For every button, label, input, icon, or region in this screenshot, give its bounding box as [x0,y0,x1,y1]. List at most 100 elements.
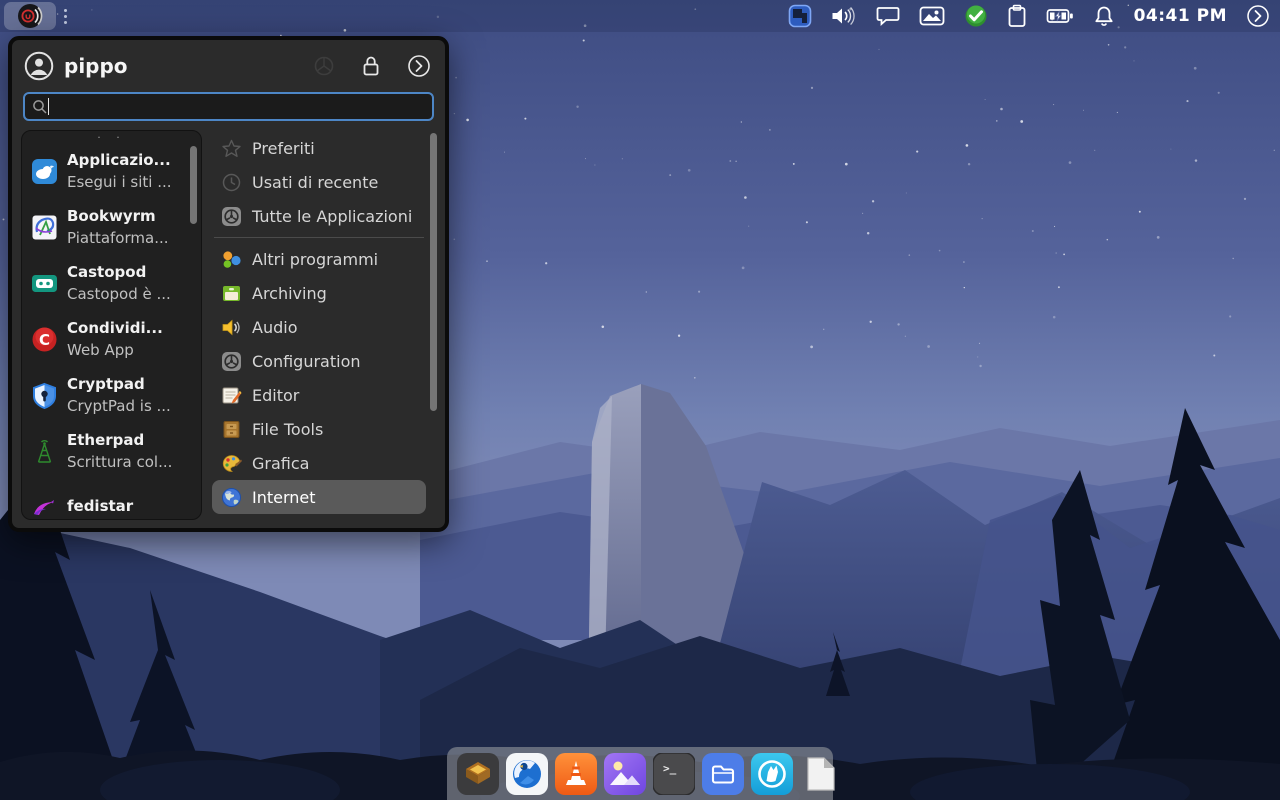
category-label: Altri programmi [252,250,378,269]
archiving-box-icon [221,283,242,304]
screenshot-icon[interactable] [919,5,945,27]
category-list: Preferiti Usati di recente Tutte le Appl… [202,130,436,520]
category-label: File Tools [252,420,323,439]
fedistar-bird-icon [31,494,58,521]
category-usati-di-recente[interactable]: Usati di recente [212,165,426,199]
app-item-castopod[interactable]: CastopodCastopod è ... [22,255,201,311]
clock[interactable]: 04:41 PM [1134,6,1227,26]
recent-clock-icon [221,172,242,193]
app-name: Condividi... [67,318,163,340]
category-label: Configuration [252,352,361,371]
share-circle-icon: C [31,326,58,353]
preferences-icon[interactable] [313,55,335,77]
app-name: Bookwyrm [67,206,169,228]
category-label: Tutte le Applicazioni [252,207,412,226]
volume-icon[interactable] [831,5,857,27]
app-item-etherpad[interactable]: EtherpadScrittura col... [22,423,201,479]
category-separator [214,237,424,238]
app-item-cryptpad[interactable]: CryptpadCryptPad is ... [22,367,201,423]
category-audio[interactable]: Audio [212,310,426,344]
username: pippo [64,54,128,78]
vlc-icon[interactable] [555,753,597,795]
svg-text:C: C [39,331,50,349]
clipboard-icon[interactable] [1007,4,1027,28]
category-internet[interactable]: Internet [212,480,426,514]
search-icon [32,99,48,115]
app-desc: Piattaforma... [67,228,169,248]
category-file-tools[interactable]: File Tools [212,412,426,446]
battery-charging-icon[interactable] [1046,7,1074,25]
app-list-scrollbar[interactable] [190,146,197,224]
category-label: Archiving [252,284,327,303]
dock: >_ [447,747,833,800]
search-input[interactable] [49,97,425,117]
category-label: Preferiti [252,139,315,158]
star-icon [221,138,242,159]
app-desc: Castopod è ... [67,284,171,304]
user-avatar-icon[interactable] [24,51,54,81]
category-grafica[interactable]: Grafica [212,446,426,480]
audio-speaker-icon [221,317,242,338]
logout-icon[interactable] [407,54,431,78]
panel-grip-icon[interactable] [64,9,67,24]
chat-icon[interactable] [876,5,900,27]
terminal-icon[interactable]: >_ [653,753,695,795]
workspace-switcher-icon[interactable] [788,4,812,28]
top-panel: 04:41 PM [0,0,1280,32]
app-name: Castopod [67,262,171,284]
thunderbird-icon[interactable] [506,753,548,795]
app-desc: Esegui i siti ... [67,172,172,192]
app-menu-button[interactable] [4,2,56,30]
category-archiving[interactable]: Archiving [212,276,426,310]
package-box-icon[interactable] [457,753,499,795]
app-item-condividi[interactable]: C Condividi...Web App [22,311,201,367]
application-list: · · Applicazio...Esegui i siti ... Bookw… [21,130,202,520]
app-item-fedistar[interactable]: fedistar [22,479,201,535]
app-name: Applicazio... [67,150,172,172]
menu-header: pippo [12,40,445,88]
libreoffice-document-icon[interactable] [800,753,842,795]
configuration-wheel-icon [221,351,242,372]
editor-notepad-icon [221,385,242,406]
category-tutte-le-applicazioni[interactable]: Tutte le Applicazioni [212,199,426,233]
internet-globe-icon [221,487,242,508]
category-label: Editor [252,386,299,405]
app-desc: Scrittura col... [67,452,172,472]
category-altri-programmi[interactable]: Altri programmi [212,242,426,276]
app-name: Cryptpad [67,374,171,396]
category-label: Grafica [252,454,309,473]
category-editor[interactable]: Editor [212,378,426,412]
app-item-webapps[interactable]: Applicazio...Esegui i siti ... [22,143,201,199]
graphics-palette-icon [221,453,242,474]
lock-screen-icon[interactable] [361,54,381,78]
category-list-scrollbar[interactable] [430,133,437,411]
photos-icon[interactable] [604,753,646,795]
file-manager-icon[interactable] [702,753,744,795]
cryptpad-shield-icon [31,382,58,409]
search-box[interactable] [23,92,434,121]
app-desc: Web App [67,340,163,360]
app-item-bookwyrm[interactable]: BookwyrmPiattaforma... [22,199,201,255]
app-name: fedistar [67,496,133,518]
app-desc: CryptPad is ... [67,396,171,416]
category-preferiti[interactable]: Preferiti [212,131,426,165]
category-label: Audio [252,318,297,337]
castopod-cassette-icon [31,270,58,297]
librewolf-icon[interactable] [751,753,793,795]
category-configuration[interactable]: Configuration [212,344,426,378]
bookwyrm-icon [31,214,58,241]
etherpad-antenna-icon [31,438,58,465]
file-drawer-icon [221,419,242,440]
panel-expander-icon[interactable] [1246,4,1270,28]
updates-ok-icon[interactable] [964,4,988,28]
notifications-icon[interactable] [1093,4,1115,28]
menu-body: · · Applicazio...Esegui i siti ... Bookw… [12,128,445,520]
application-menu: pippo · · Applicazio...Esegui i sit [8,36,449,532]
webapps-cloud-icon [31,158,58,185]
category-label: Internet [252,488,316,507]
all-apps-icon [221,206,242,227]
distro-logo-icon [17,3,43,29]
app-name: Etherpad [67,430,172,452]
other-programs-icon [221,249,242,270]
scroll-overflow-hint: · · [22,134,201,143]
